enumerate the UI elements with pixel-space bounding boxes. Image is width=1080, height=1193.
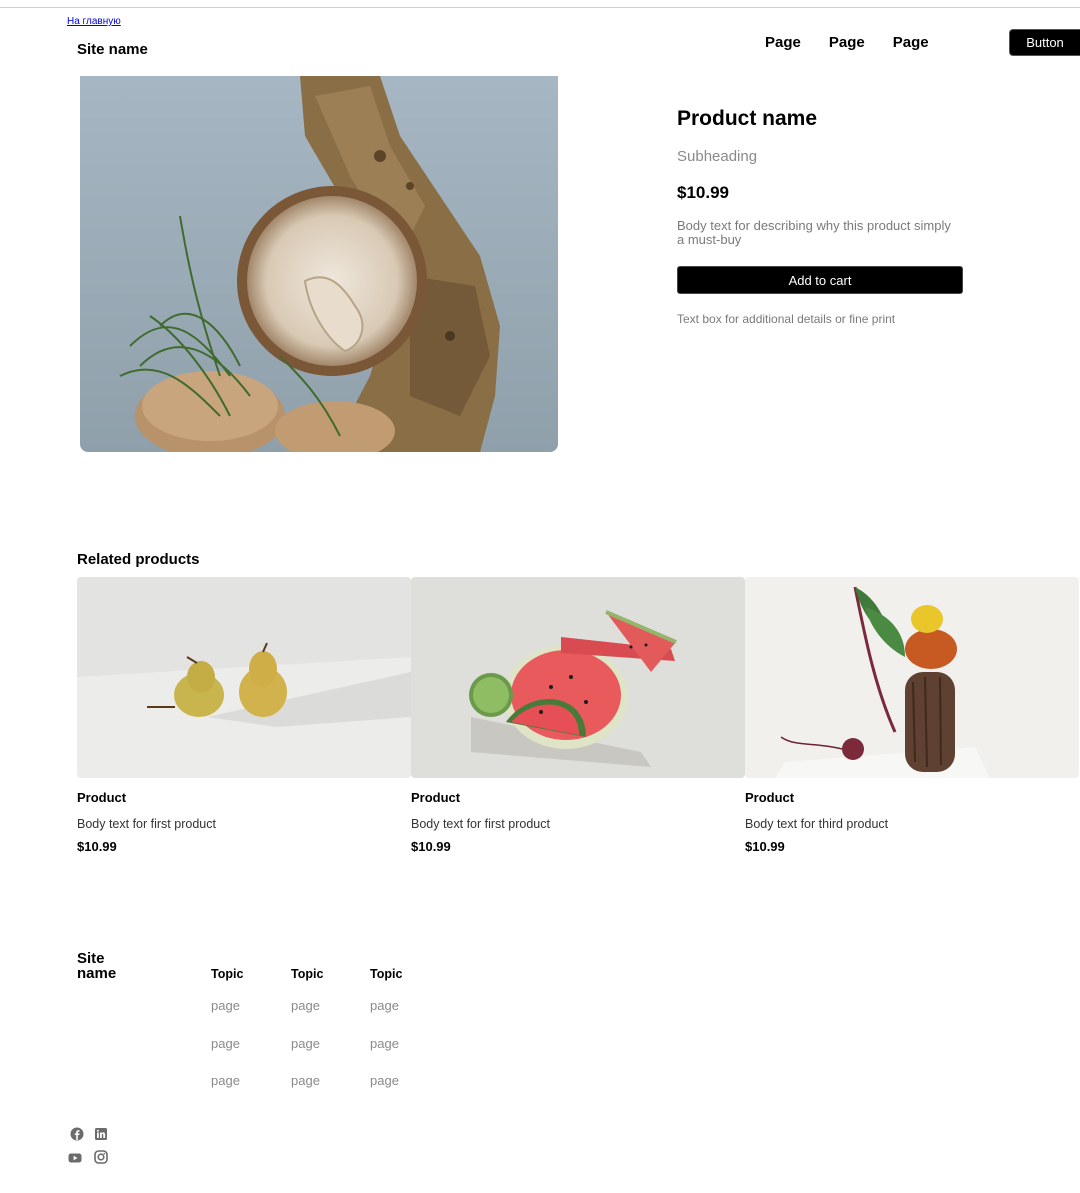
product-card-body: Body text for first product — [411, 817, 550, 831]
footer-link[interactable]: page — [211, 1073, 240, 1088]
header-button[interactable]: Button — [1009, 29, 1080, 56]
footer-link[interactable]: page — [291, 1073, 320, 1088]
footer-topic: Topic — [291, 967, 324, 981]
related-product-card[interactable]: Product Body text for first product $10.… — [77, 577, 411, 854]
footer-column: Topic page page page — [370, 967, 403, 1088]
instagram-icon[interactable] — [94, 1150, 108, 1164]
back-to-home-link[interactable]: На главную — [67, 16, 121, 27]
related-products-heading: Related products — [77, 551, 200, 568]
youtube-icon[interactable] — [68, 1151, 82, 1165]
product-thumbnail[interactable] — [411, 577, 745, 778]
footer-topic: Topic — [211, 967, 244, 981]
facebook-icon[interactable] — [70, 1127, 84, 1141]
product-price: $10.99 — [677, 183, 729, 202]
product-card-name[interactable]: Product — [77, 790, 126, 805]
product-card-name[interactable]: Product — [745, 790, 794, 805]
product-description: Body text for describing why this produc… — [677, 218, 951, 247]
footer-link[interactable]: page — [211, 998, 240, 1013]
product-subheading: Subheading — [677, 148, 758, 165]
product-card-body: Body text for first product — [77, 817, 216, 831]
top-divider — [0, 7, 1080, 8]
footer-link[interactable]: page — [370, 1036, 399, 1051]
related-product-card[interactable]: Product Body text for third product $10.… — [745, 577, 1079, 854]
footer-link[interactable]: page — [370, 1073, 399, 1088]
product-card-price: $10.99 — [411, 839, 451, 854]
add-to-cart-button[interactable]: Add to cart — [677, 266, 963, 294]
nav-item-page-1[interactable]: Page — [765, 34, 801, 51]
footer-site-name: Site name — [77, 950, 117, 982]
product-thumbnail[interactable] — [77, 577, 411, 778]
mushroom-photo — [80, 76, 558, 452]
related-product-card[interactable]: Product Body text for first product $10.… — [411, 577, 745, 854]
product-name: Product name — [677, 107, 818, 130]
product-card-name[interactable]: Product — [411, 790, 460, 805]
product-card-price: $10.99 — [745, 839, 785, 854]
product-image — [80, 76, 558, 452]
linkedin-icon[interactable] — [94, 1127, 108, 1141]
nav-item-page-2[interactable]: Page — [829, 34, 865, 51]
main-nav: Page Page Page — [765, 34, 929, 51]
product-page: На главную Site name Page Page Page Butt… — [0, 0, 1080, 1193]
footer-column: Topic page page page — [291, 967, 324, 1088]
footer-link[interactable]: page — [370, 998, 399, 1013]
beet-pumpkin-bread-photo — [745, 577, 1079, 778]
nav-item-page-3[interactable]: Page — [893, 34, 929, 51]
footer-link[interactable]: page — [211, 1036, 240, 1051]
product-card-body: Body text for third product — [745, 817, 889, 831]
footer-link[interactable]: page — [291, 998, 320, 1013]
product-card-price: $10.99 — [77, 839, 117, 854]
footer-column: Topic page page page — [211, 967, 244, 1088]
footer-link[interactable]: page — [291, 1036, 320, 1051]
pears-photo — [77, 577, 411, 778]
product-thumbnail[interactable] — [745, 577, 1079, 778]
footer-topic: Topic — [370, 967, 403, 981]
site-name[interactable]: Site name — [77, 41, 148, 58]
watermelon-photo — [411, 577, 745, 778]
product-fine-print: Text box for additional details or fine … — [677, 312, 896, 326]
